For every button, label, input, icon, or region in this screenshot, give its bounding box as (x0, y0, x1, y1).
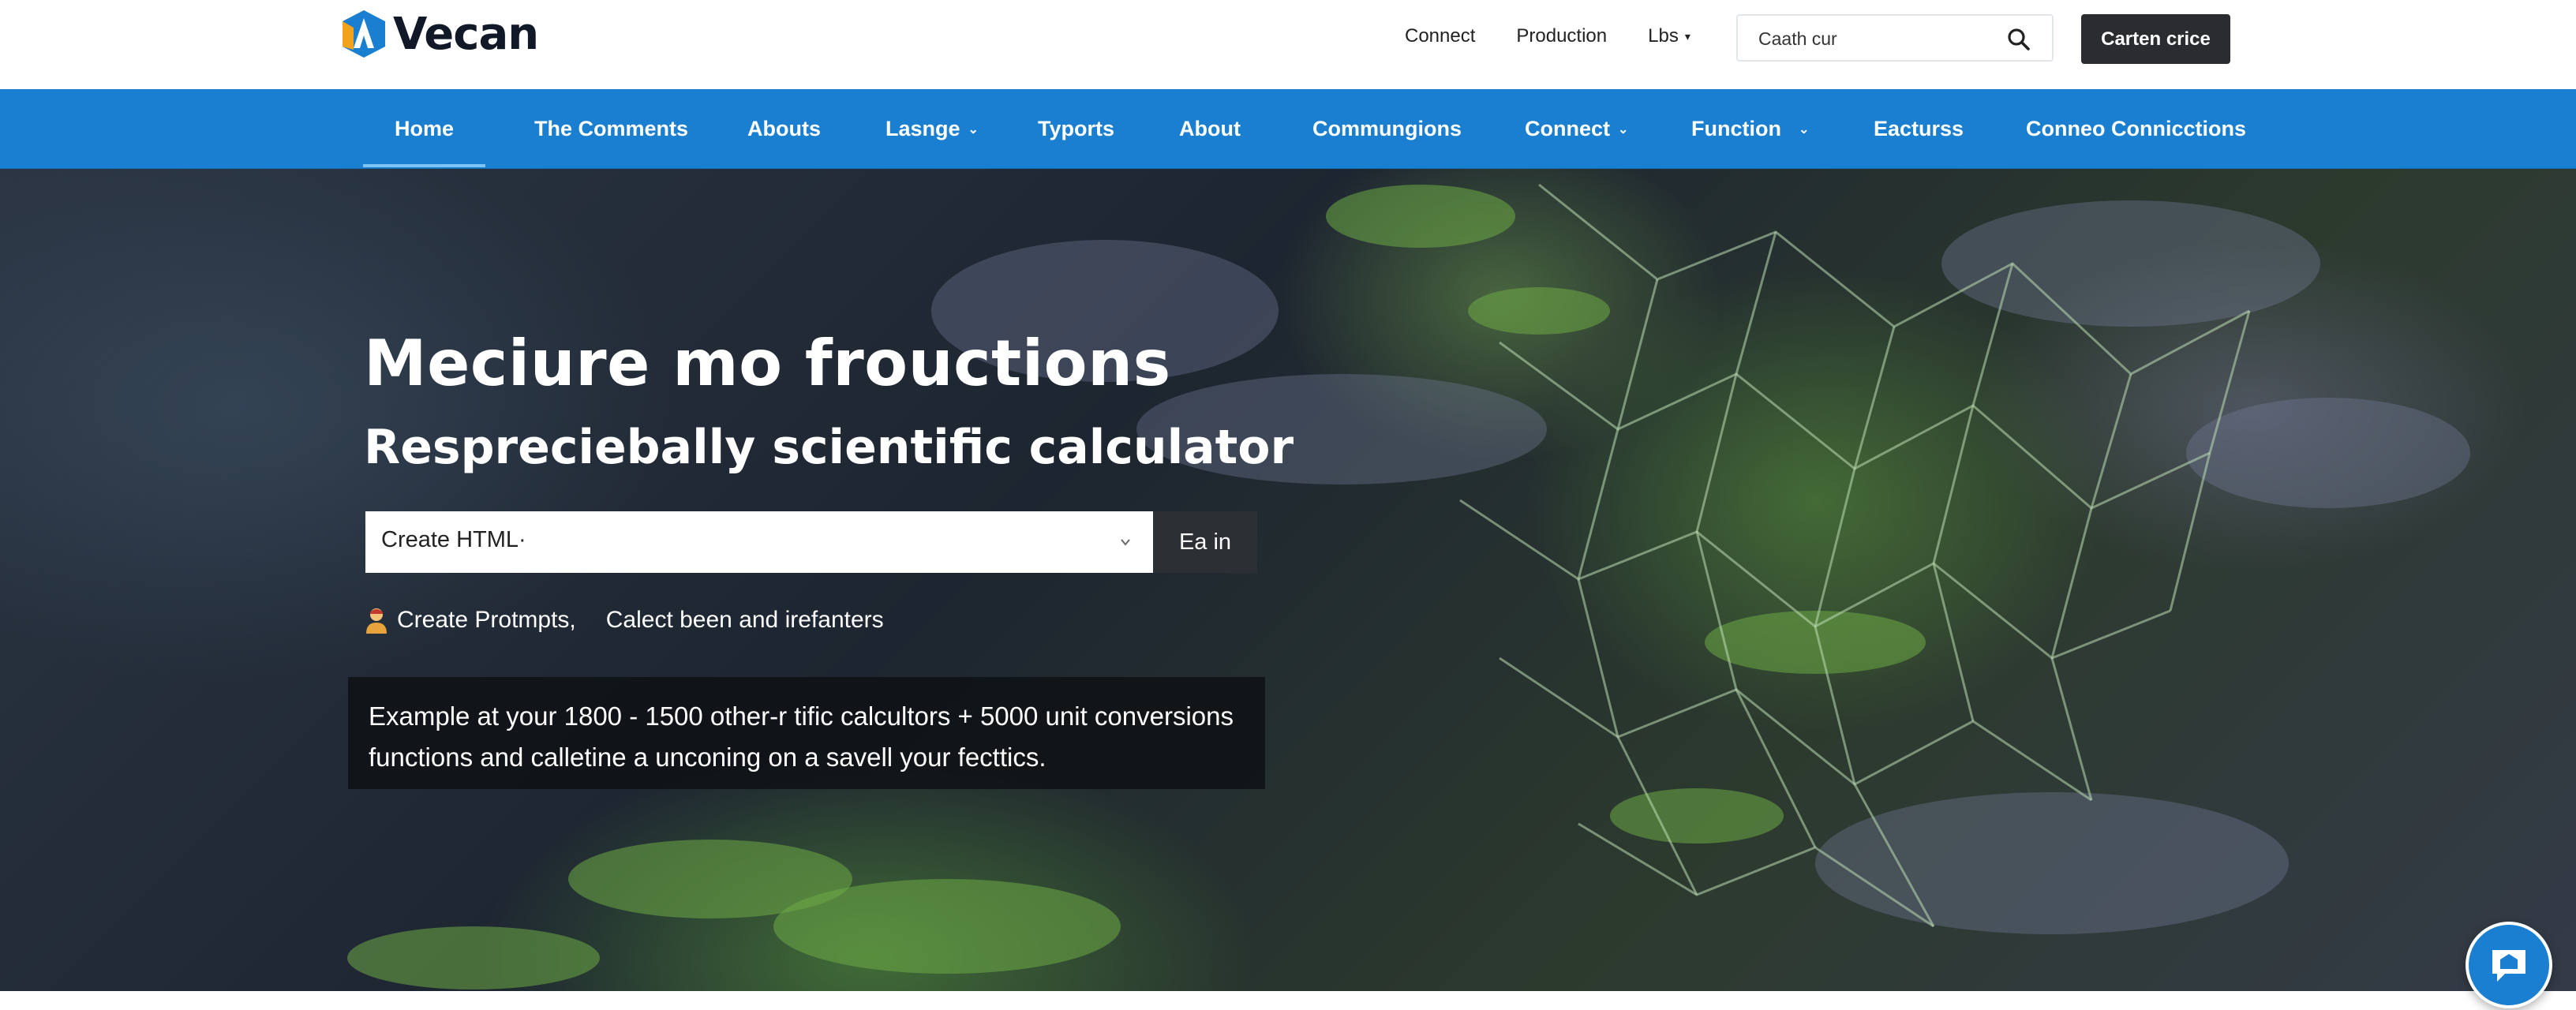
nav-item-home[interactable]: Home (362, 89, 486, 169)
top-links: Connect Production Lbs ▾ (1405, 21, 1732, 52)
chevron-down-icon: ⌄ (1798, 122, 1810, 137)
hero-background-image (347, 183, 2470, 989)
logo-icon (343, 10, 385, 58)
nav-label: Home (395, 117, 455, 140)
hero-section: Meciure mo frouctions Respreciebally sci… (0, 169, 2576, 991)
hint-row: Create Protmpts, Calect been and irefant… (364, 606, 884, 634)
hint-text-2[interactable]: Calect been and irefanters (606, 607, 884, 634)
chat-button[interactable] (2466, 922, 2552, 1008)
nav-item-eacturss[interactable]: Eacturss (1874, 89, 1964, 169)
main-nav: Home The Comments Abouts Lasnge ⌄ Tyports… (0, 89, 2576, 169)
nav-item-conneo-connicctions[interactable]: Conneo Connicctions (2026, 89, 2246, 169)
person-icon (366, 608, 387, 634)
nav-label: Commungions (1312, 117, 1462, 140)
top-header: Vecan Connect Production Lbs ▾ Carten cri… (0, 0, 2576, 89)
nav-item-connect[interactable]: Connect ⌄ (1525, 89, 1628, 169)
nav-label: Tyports (1038, 117, 1115, 140)
nav-item-abouts[interactable]: Abouts (747, 89, 821, 169)
nav-item-function[interactable]: Function ⌄ (1691, 89, 1809, 169)
toplink-production[interactable]: Production (1516, 25, 1607, 47)
hero-title: Meciure mo frouctions (364, 327, 1171, 400)
info-box: Example at your 1800 - 1500 other-r tifi… (348, 677, 1265, 789)
logo-text: Vecan (393, 8, 539, 60)
info-line-2: functions and calletine a unconing on a … (369, 743, 1046, 772)
nav-label: Eacturss (1874, 117, 1964, 140)
toplink-label: Production (1516, 25, 1608, 47)
hint-text-1[interactable]: Create Protmpts, (397, 607, 576, 634)
chevron-down-icon: ⌄ (968, 122, 979, 137)
search-box[interactable] (1736, 14, 2054, 62)
nav-label: About (1179, 117, 1241, 140)
nav-label: Function (1691, 117, 1781, 140)
nav-item-commungions[interactable]: Commungions (1312, 89, 1462, 169)
chevron-down-icon: ⌄ (1618, 122, 1629, 137)
toplink-lbs[interactable]: Lbs ▾ (1648, 25, 1690, 47)
toplink-label: Connect (1405, 25, 1476, 47)
chat-bubble-icon (2492, 950, 2525, 982)
toplink-label: Lbs (1648, 25, 1679, 47)
search-input[interactable] (1758, 25, 1995, 52)
toplink-connect[interactable]: Connect (1405, 25, 1475, 47)
nav-item-about[interactable]: About (1179, 89, 1241, 169)
search-icon[interactable] (2006, 27, 2031, 52)
create-select[interactable]: Create HTML· (365, 511, 1153, 573)
nav-label: Lasnge (886, 117, 960, 140)
nav-label: Abouts (747, 117, 821, 140)
chevron-down-icon (1121, 539, 1130, 546)
submit-button[interactable]: Ea in (1153, 511, 1257, 573)
logo[interactable]: Vecan (339, 8, 539, 60)
hero-subtitle: Respreciebally scientific calculator (364, 420, 1294, 475)
select-value: Create HTML· (381, 527, 526, 552)
nav-item-the-comments[interactable]: The Comments (534, 89, 688, 169)
nav-label: Connect (1525, 117, 1610, 140)
nav-label: Conneo Connicctions (2026, 117, 2246, 140)
info-line-1: Example at your 1800 - 1500 other-r tifi… (369, 701, 1234, 731)
cta-button[interactable]: Carten crice (2081, 14, 2230, 64)
nav-item-lasnge[interactable]: Lasnge ⌄ (886, 89, 979, 169)
nav-label: The Comments (534, 117, 689, 140)
nav-item-tyports[interactable]: Tyports (1038, 89, 1114, 169)
caret-down-icon: ▾ (1684, 29, 1690, 43)
page-bottom (0, 991, 2576, 1010)
